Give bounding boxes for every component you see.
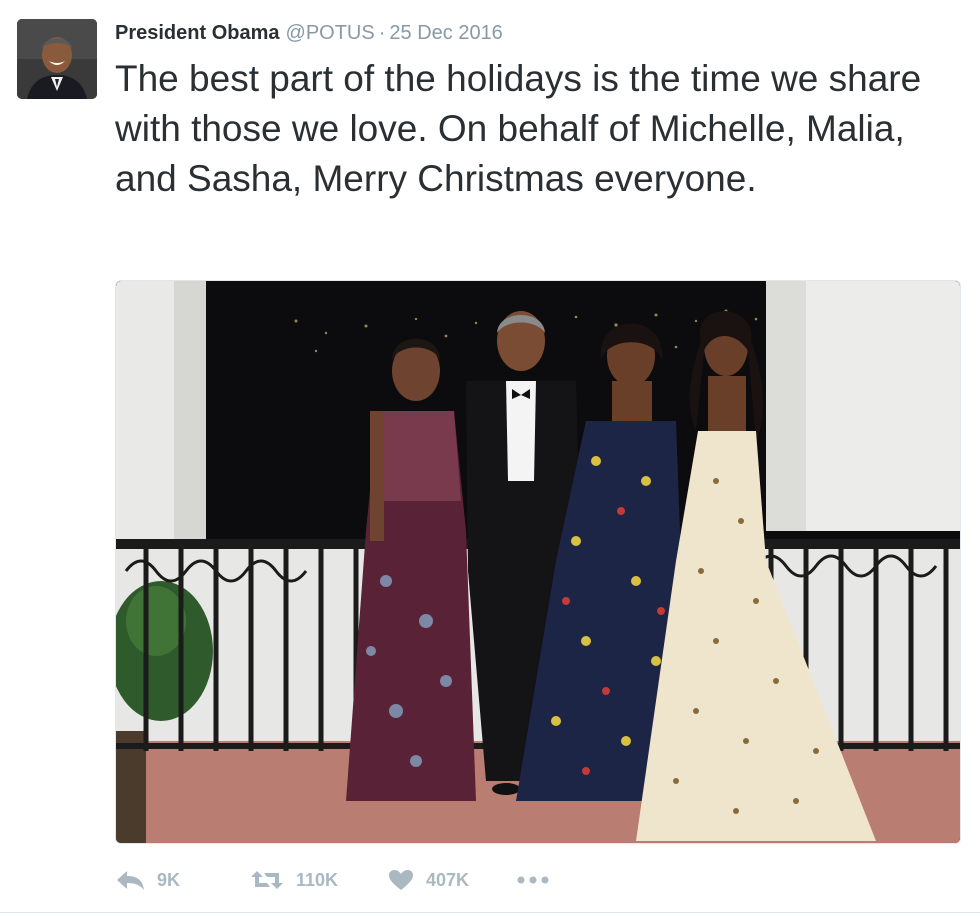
tweet-actions: 9K 110K 407K [115,864,550,896]
avatar-image [17,19,97,99]
like-count: 407K [426,869,470,890]
retweet-icon [251,871,283,889]
divider [0,912,980,913]
more-button[interactable] [516,875,550,885]
like-button[interactable]: 407K [388,869,516,891]
reply-button[interactable]: 9K [115,869,250,891]
reply-icon [117,871,144,890]
tweet-text: The best part of the holidays is the tim… [115,58,922,199]
author-handle[interactable]: @POTUS [286,22,375,44]
tweet-header: President Obama @POTUS · 25 Dec 2016 [115,19,503,47]
tweet-date[interactable]: 25 Dec 2016 [389,22,502,44]
reply-count: 9K [157,869,181,890]
tweet-photo[interactable] [115,280,961,844]
retweet-button[interactable]: 110K [250,869,388,891]
photo-image [116,281,960,843]
retweet-count: 110K [296,869,339,890]
author-name[interactable]: President Obama [115,22,280,44]
header-separator: · [378,22,386,44]
heart-icon [389,870,413,890]
author-avatar[interactable] [17,19,97,99]
more-dots-icon [517,876,549,884]
